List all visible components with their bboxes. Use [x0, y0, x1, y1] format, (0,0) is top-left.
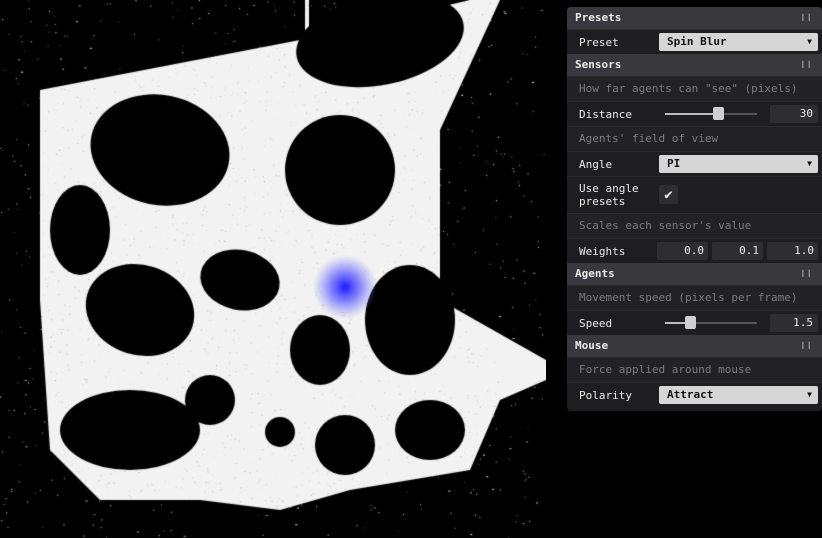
weight-left-input[interactable]: 0.0	[657, 242, 708, 260]
folder-presets-header[interactable]: Presets ❙❙	[567, 7, 822, 29]
angle-note: Agents' field of view	[567, 126, 822, 151]
speed-label: Speed	[579, 316, 613, 330]
angle-value: PI	[667, 157, 681, 170]
dropdown-arrow-icon: ▼	[807, 159, 812, 168]
weights-note: Scales each sensor's value	[567, 213, 822, 238]
simulation-canvas[interactable]	[0, 0, 546, 538]
distance-slider[interactable]	[665, 107, 757, 120]
folder-agents-header[interactable]: Agents ❙❙	[567, 263, 822, 285]
slider-fill	[665, 113, 719, 115]
distance-input[interactable]: 30	[770, 105, 818, 123]
angle-row: Angle PI ▼	[567, 151, 822, 176]
angle-label: Angle	[579, 157, 613, 171]
weights-inputs: 0.0 0.1 1.0	[657, 242, 818, 260]
preset-select[interactable]: Spin Blur ▼	[659, 33, 818, 51]
folder-mouse-header[interactable]: Mouse ❙❙	[567, 335, 822, 357]
settings-panel: Presets ❙❙ Preset Spin Blur ▼ Sensors ❙❙…	[567, 7, 822, 411]
angle-presets-label: Use angle presets	[579, 182, 639, 208]
preset-label: Preset	[579, 35, 619, 49]
weights-row: Weights 0.0 0.1 1.0	[567, 238, 822, 263]
collapse-icon: ❙❙	[800, 60, 813, 70]
speed-row: Speed 1.5	[567, 310, 822, 335]
collapse-icon: ❙❙	[800, 269, 813, 279]
speed-input[interactable]: 1.5	[770, 314, 818, 332]
checkmark-icon: ✔	[664, 186, 673, 203]
folder-sensors-header[interactable]: Sensors ❙❙	[567, 54, 822, 76]
slider-knob[interactable]	[684, 316, 696, 329]
panel-bottom-padding	[567, 407, 822, 411]
preset-row: Preset Spin Blur ▼	[567, 29, 822, 54]
speed-slider[interactable]	[665, 316, 757, 329]
angle-presets-row: Use angle presets ✔	[567, 176, 822, 213]
distance-row: Distance 30	[567, 101, 822, 126]
collapse-icon: ❙❙	[800, 341, 813, 351]
weight-right-input[interactable]: 1.0	[767, 242, 818, 260]
polarity-value: Attract	[667, 388, 714, 401]
dropdown-arrow-icon: ▼	[807, 37, 812, 46]
distance-label: Distance	[579, 107, 632, 121]
folder-title: Sensors	[575, 58, 622, 71]
weights-label: Weights	[579, 244, 626, 258]
preset-value: Spin Blur	[667, 35, 727, 48]
polarity-label: Polarity	[579, 388, 632, 402]
polarity-row: Polarity Attract ▼	[567, 382, 822, 407]
distance-note: How far agents can "see" (pixels)	[567, 76, 822, 101]
folder-title: Mouse	[575, 339, 609, 352]
angle-select[interactable]: PI ▼	[659, 155, 818, 173]
weight-center-input[interactable]: 0.1	[712, 242, 763, 260]
collapse-icon: ❙❙	[800, 13, 813, 23]
slider-knob[interactable]	[713, 107, 725, 120]
polarity-select[interactable]: Attract ▼	[659, 386, 818, 404]
dropdown-arrow-icon: ▼	[807, 390, 812, 399]
speed-note: Movement speed (pixels per frame)	[567, 285, 822, 310]
folder-title: Agents	[575, 267, 615, 280]
folder-title: Presets	[575, 11, 622, 24]
force-note: Force applied around mouse	[567, 357, 822, 382]
angle-presets-checkbox[interactable]: ✔	[659, 185, 678, 204]
